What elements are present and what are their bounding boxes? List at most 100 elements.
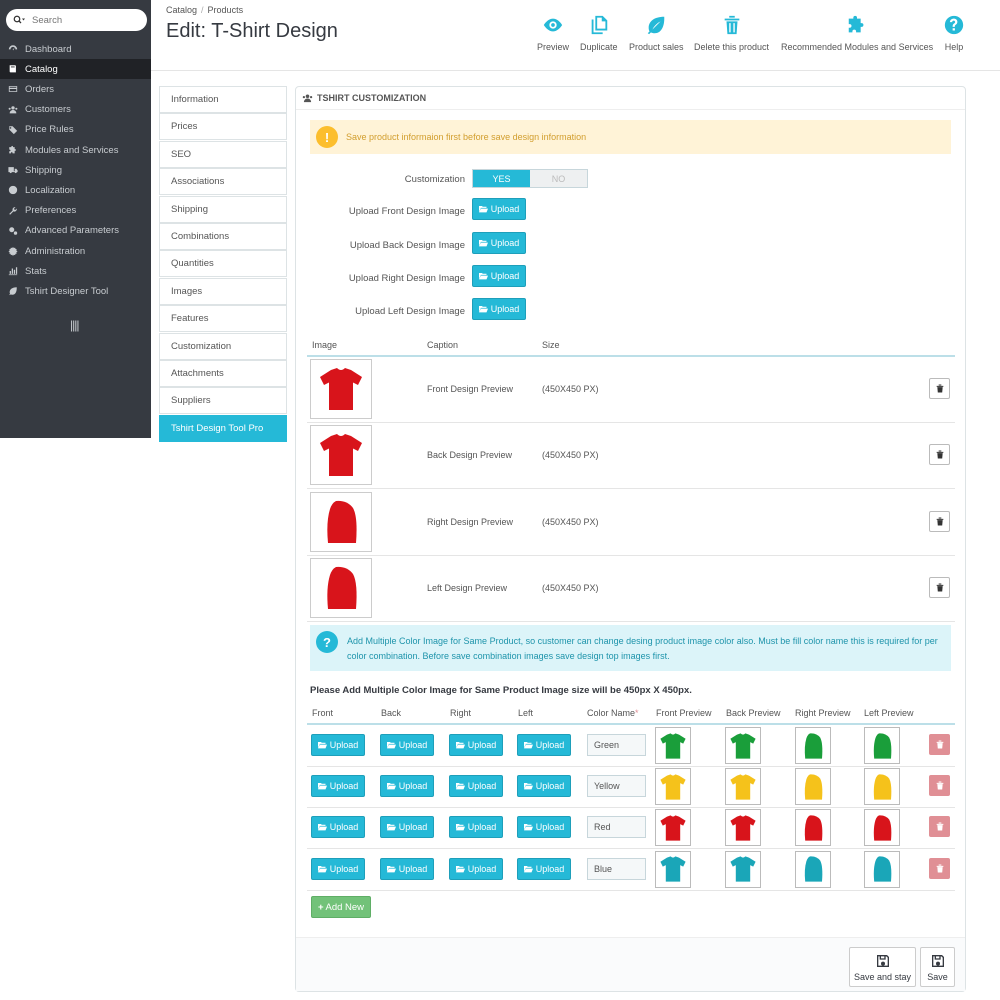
sidebar-item-preferences[interactable]: Preferences: [0, 201, 151, 221]
sidebar-item-advanced-parameters[interactable]: Advanced Parameters: [0, 221, 151, 241]
sidebar-item-price-rules[interactable]: Price Rules: [0, 120, 151, 140]
search-icon[interactable]: [6, 15, 32, 25]
recommended-modules-button[interactable]: Recommended Modules and Services: [781, 14, 933, 52]
tab-customization[interactable]: Customization: [159, 332, 287, 360]
upload-right-color-button[interactable]: Upload: [449, 734, 503, 756]
tab-attachments[interactable]: Attachments: [159, 360, 287, 387]
sidebar-item-catalog[interactable]: Catalog: [0, 59, 151, 80]
breadcrumb-catalog[interactable]: Catalog: [166, 5, 197, 15]
color-name-input[interactable]: Yellow: [587, 775, 646, 798]
users-icon: [0, 105, 25, 115]
folder-open-icon: [386, 742, 396, 749]
sidebar-item-label: Customers: [25, 104, 71, 116]
add-new-button[interactable]: + Add New: [311, 896, 371, 918]
help-button[interactable]: Help: [943, 14, 965, 52]
delete-design-button[interactable]: [929, 576, 950, 598]
upload-right-color-button[interactable]: Upload: [449, 775, 503, 798]
upload-left-color-button[interactable]: Upload: [517, 734, 571, 756]
sidebar-item-tshirt-designer-tool[interactable]: Tshirt Designer Tool: [0, 281, 151, 301]
sidebar-item-shipping[interactable]: Shipping: [0, 160, 151, 180]
row-divider: [307, 766, 955, 767]
color-table-heading: Please Add Multiple Color Image for Same…: [310, 685, 692, 696]
color-name-input[interactable]: Green: [587, 734, 646, 756]
toggle-yes[interactable]: YES: [473, 170, 530, 187]
upload-back-color-button[interactable]: Upload: [380, 816, 434, 839]
sidebar-collapse-icon[interactable]: ||||: [70, 318, 80, 332]
tab-images[interactable]: Images: [159, 277, 287, 305]
upload-back-design-button[interactable]: Upload: [472, 232, 526, 254]
tab-information[interactable]: Information: [159, 86, 287, 113]
tab-combinations[interactable]: Combinations: [159, 223, 287, 250]
upload-right-color-button[interactable]: Upload: [449, 816, 503, 839]
design-size: (450X450 PX): [542, 516, 599, 527]
upload-left-color-button[interactable]: Upload: [517, 775, 571, 798]
upload-label: Upload: [490, 271, 520, 281]
delete-color-button[interactable]: [929, 857, 950, 879]
upload-front-color-button[interactable]: Upload: [311, 857, 365, 880]
tab-shipping[interactable]: Shipping: [159, 195, 287, 223]
design-preview-thumbnail: [310, 359, 372, 419]
tab-prices[interactable]: Prices: [159, 113, 287, 141]
sidebar-item-dashboard[interactable]: Dashboard: [0, 39, 151, 59]
left-color-preview: [864, 727, 900, 764]
tab-features[interactable]: Features: [159, 305, 287, 333]
toggle-no[interactable]: NO: [530, 170, 587, 187]
delete-design-button[interactable]: [929, 510, 950, 532]
delete-design-button[interactable]: [929, 444, 950, 466]
delete-design-button[interactable]: [929, 378, 950, 399]
sidebar-item-stats[interactable]: Stats: [0, 261, 151, 281]
upload-left-color-button[interactable]: Upload: [517, 816, 571, 839]
search-box[interactable]: [6, 9, 147, 31]
customization-toggle[interactable]: YES NO: [472, 169, 588, 188]
header-back-preview: Back Preview: [726, 708, 781, 718]
product-sales-button[interactable]: Product sales: [629, 14, 684, 52]
add-new-label: Add New: [325, 901, 365, 913]
right-color-preview: [795, 809, 831, 847]
color-name-input[interactable]: Blue: [587, 857, 646, 880]
back-color-preview: [725, 809, 761, 847]
folder-open-icon: [317, 742, 327, 749]
delete-product-button[interactable]: Delete this product: [694, 14, 769, 52]
search-input[interactable]: [32, 14, 132, 26]
folder-open-icon: [386, 865, 396, 872]
delete-color-button[interactable]: [929, 775, 950, 797]
warning-text: Save product informaion first before sav…: [346, 132, 587, 142]
tab-seo[interactable]: SEO: [159, 140, 287, 168]
tab-suppliers[interactable]: Suppliers: [159, 387, 287, 415]
color-name-input[interactable]: Red: [587, 816, 646, 839]
breadcrumb-products[interactable]: Products: [208, 5, 244, 15]
upload-right-color-button[interactable]: Upload: [449, 857, 503, 880]
save-button[interactable]: Save: [920, 947, 955, 987]
sidebar-item-administration[interactable]: Administration: [0, 241, 151, 261]
upload-right-design-button[interactable]: Upload: [472, 265, 526, 287]
sidebar-item-orders[interactable]: Orders: [0, 79, 151, 99]
upload-front-design-button[interactable]: Upload: [472, 198, 526, 220]
save-and-stay-button[interactable]: Save and stay: [849, 947, 916, 987]
trash-icon: [936, 384, 943, 393]
delete-color-button[interactable]: [929, 734, 950, 755]
folder-open-icon: [386, 824, 396, 831]
header-size: Size: [542, 340, 560, 350]
tab-tshirt-design-tool-pro[interactable]: Tshirt Design Tool Pro: [159, 414, 287, 442]
sidebar-item-localization[interactable]: Localization: [0, 180, 151, 200]
upload-left-design-button[interactable]: Upload: [472, 298, 526, 320]
upload-left-color-button[interactable]: Upload: [517, 857, 571, 880]
tab-quantities[interactable]: Quantities: [159, 250, 287, 278]
preview-button[interactable]: Preview: [537, 14, 569, 52]
upload-back-color-button[interactable]: Upload: [380, 775, 434, 798]
upload-back-color-button[interactable]: Upload: [380, 734, 434, 756]
sidebar-item-customers[interactable]: Customers: [0, 100, 151, 120]
delete-color-button[interactable]: [929, 816, 950, 838]
folder-open-icon: [523, 783, 533, 790]
upload-back-color-button[interactable]: Upload: [380, 857, 434, 880]
eye-icon: [543, 18, 563, 32]
duplicate-button[interactable]: Duplicate: [580, 14, 618, 52]
upload-front-color-button[interactable]: Upload: [311, 816, 365, 839]
tab-associations[interactable]: Associations: [159, 168, 287, 196]
design-preview-thumbnail: [310, 491, 372, 552]
upload-front-color-button[interactable]: Upload: [311, 734, 365, 756]
upload-front-color-button[interactable]: Upload: [311, 775, 365, 798]
sidebar-item-modules-and-services[interactable]: Modules and Services: [0, 140, 151, 160]
folder-open-icon: [478, 306, 488, 313]
row-divider: [307, 488, 955, 490]
